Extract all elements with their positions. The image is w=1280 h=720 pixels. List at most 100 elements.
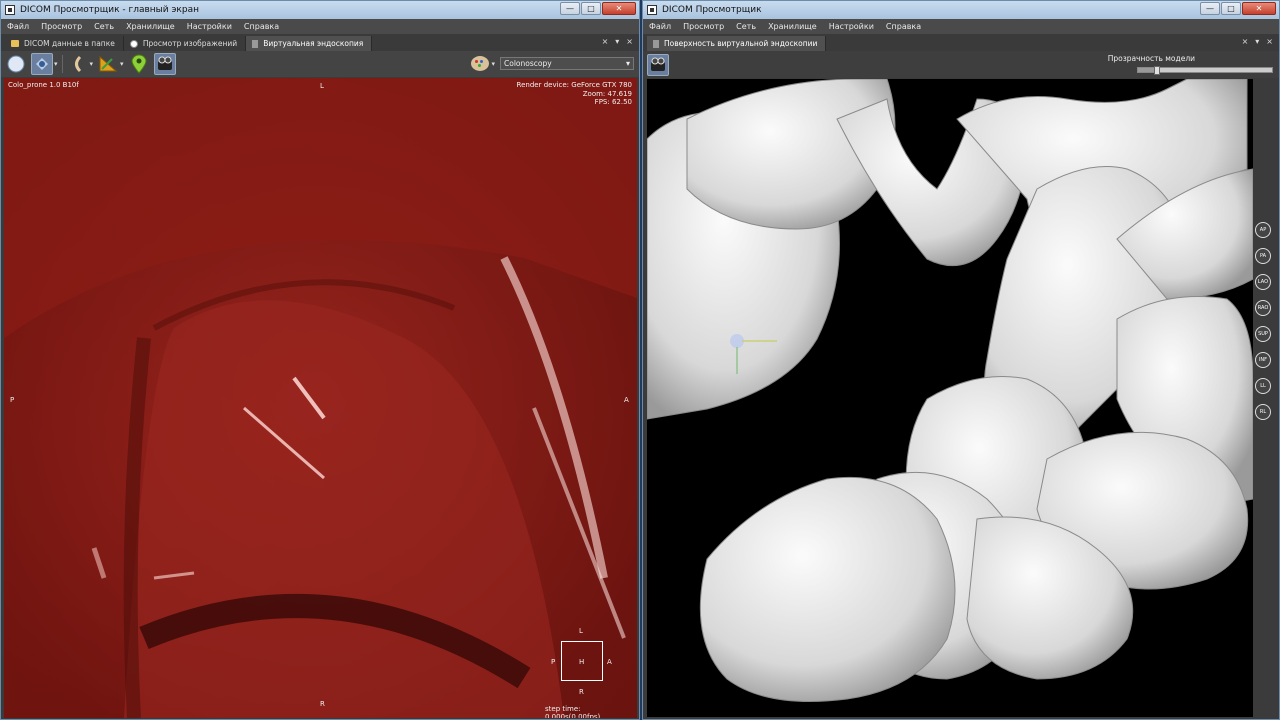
cube-label-right: A (607, 658, 612, 666)
marker-button[interactable] (128, 53, 150, 75)
folder-icon (11, 40, 19, 47)
tab-menu-icon[interactable]: ▾ (615, 37, 619, 46)
navigate-button[interactable] (5, 53, 27, 75)
menu-file[interactable]: Файл (7, 22, 29, 31)
pane-close-icon[interactable]: × (626, 37, 633, 46)
app-icon (647, 5, 657, 15)
view-lao-button[interactable]: LAO (1255, 274, 1271, 290)
endoscopy-icon (252, 39, 259, 48)
view-button-strip (1253, 79, 1279, 717)
colon-interior-render (4, 78, 637, 718)
tab-menu-icon[interactable]: ▾ (1255, 37, 1259, 46)
view-ap-button[interactable]: AP (1255, 222, 1271, 238)
fps-readout: FPS: 62.50 (594, 98, 632, 106)
title-bar[interactable]: DICOM Просмотрщик — □ ✕ (643, 1, 1279, 19)
compass-icon (7, 55, 25, 73)
orientation-left: P (10, 396, 15, 404)
orientation-right: A (624, 396, 629, 404)
tab-image-viewer[interactable]: Просмотр изображений (124, 36, 247, 51)
cube-label-center: H (579, 658, 585, 666)
surface-window: DICOM Просмотрщик — □ ✕ Файл Просмотр Се… (642, 0, 1280, 720)
series-label: Colo_prone 1.0 B10f (8, 81, 79, 89)
measure-tool-button[interactable] (97, 53, 119, 75)
tab-close-icon[interactable]: × (602, 37, 609, 46)
opacity-label: Прозрачность модели (1107, 54, 1195, 63)
close-button[interactable]: ✕ (602, 2, 636, 15)
title-bar[interactable]: DICOM Просмотрщик - главный экран — □ ✕ (1, 1, 639, 19)
tab-bar: Поверхность виртуальной эндоскопии (643, 34, 1279, 51)
minimize-button[interactable]: — (560, 2, 580, 15)
minimize-button[interactable]: — (1200, 2, 1220, 15)
map-pin-icon (131, 54, 147, 74)
maximize-button[interactable]: □ (581, 2, 601, 15)
tab-close-icon[interactable]: × (1242, 37, 1249, 46)
tab-controls: × ▾ × (1242, 37, 1273, 46)
disc-icon (129, 39, 138, 48)
pane-close-icon[interactable]: × (1266, 37, 1273, 46)
ruler-icon (99, 55, 118, 72)
video-camera-icon (157, 56, 172, 70)
colon-surface-render (647, 79, 1253, 702)
menu-file[interactable]: Файл (649, 22, 671, 31)
menu-view[interactable]: Просмотр (41, 22, 82, 31)
menu-network[interactable]: Сеть (94, 22, 114, 31)
opacity-slider-thumb[interactable] (1153, 66, 1160, 75)
tab-dicom-folder[interactable]: DICOM данные в папке (5, 36, 124, 51)
fly-icon (36, 58, 48, 70)
tab-endoscopy-surface[interactable]: Поверхность виртуальной эндоскопии (647, 36, 827, 51)
menu-network[interactable]: Сеть (736, 22, 756, 31)
video-camera-icon (651, 57, 665, 71)
preset-selector: ▾ Colonoscopy (471, 56, 634, 71)
surface-icon (653, 39, 659, 48)
chevron-down-icon[interactable]: ▾ (54, 60, 58, 68)
view-pa-button[interactable]: PA (1255, 248, 1271, 264)
tab-label: Просмотр изображений (142, 39, 238, 48)
cube-label-top: L (579, 627, 583, 635)
menu-help[interactable]: Справка (886, 22, 921, 31)
close-button[interactable]: ✕ (1242, 2, 1276, 15)
chevron-down-icon[interactable]: ▾ (90, 60, 94, 68)
menu-view[interactable]: Просмотр (683, 22, 724, 31)
tab-label: Поверхность виртуальной эндоскопии (664, 39, 818, 48)
view-sup-button[interactable]: SUP (1255, 326, 1271, 342)
chevron-down-icon[interactable]: ▾ (120, 60, 124, 68)
main-window: DICOM Просмотрщик - главный экран — □ ✕ … (0, 0, 640, 720)
view-rao-button[interactable]: RAO (1255, 300, 1271, 316)
zoom-readout: Zoom: 47.619 (582, 89, 632, 98)
tab-label: Виртуальная эндоскопия (263, 39, 364, 48)
curve-tool-button[interactable] (67, 53, 89, 75)
window-title: DICOM Просмотрщик (662, 5, 762, 15)
preset-dropdown[interactable]: Colonoscopy (500, 57, 634, 70)
palette-icon[interactable] (471, 56, 490, 71)
render-info: Render device: GeForce GTX 780 Zoom: 47.… (517, 81, 632, 107)
view-ll-button[interactable]: LL (1255, 378, 1271, 394)
tab-virtual-endoscopy[interactable]: Виртуальная эндоскопия (246, 36, 373, 51)
cube-label-bottom: R (579, 688, 584, 696)
orientation-bottom: R (320, 700, 325, 708)
fly-mode-button[interactable] (31, 53, 53, 75)
opacity-slider[interactable] (1137, 66, 1273, 75)
tab-bar: DICOM данные в папке Просмотр изображени… (1, 34, 639, 51)
menu-storage[interactable]: Хранилище (768, 22, 817, 31)
app-icon (5, 5, 15, 15)
endoscopy-viewport[interactable]: Colo_prone 1.0 B10f Render device: GeFor… (4, 78, 637, 718)
cube-label-left: P (551, 658, 556, 666)
window-title: DICOM Просмотрщик - главный экран (20, 5, 199, 15)
view-inf-button[interactable]: INF (1255, 352, 1271, 368)
tab-controls: × ▾ × (602, 37, 633, 46)
render-device: Render device: GeForce GTX 780 (516, 81, 632, 89)
menu-storage[interactable]: Хранилище (126, 22, 175, 31)
camera-button[interactable] (153, 53, 176, 75)
colon-surface-viewport[interactable] (647, 79, 1253, 717)
maximize-button[interactable]: □ (1221, 2, 1241, 15)
chevron-down-icon[interactable]: ▾ (491, 60, 495, 68)
view-rl-button[interactable]: RL (1255, 404, 1271, 420)
tab-label: DICOM данные в папке (24, 39, 115, 48)
window-controls: — □ ✕ (560, 2, 636, 15)
camera-button[interactable] (647, 54, 669, 76)
toolbar-separator (61, 55, 63, 73)
menu-settings[interactable]: Настройки (829, 22, 874, 31)
menu-settings[interactable]: Настройки (187, 22, 232, 31)
menu-help[interactable]: Справка (244, 22, 279, 31)
orientation-top: L (320, 82, 324, 90)
